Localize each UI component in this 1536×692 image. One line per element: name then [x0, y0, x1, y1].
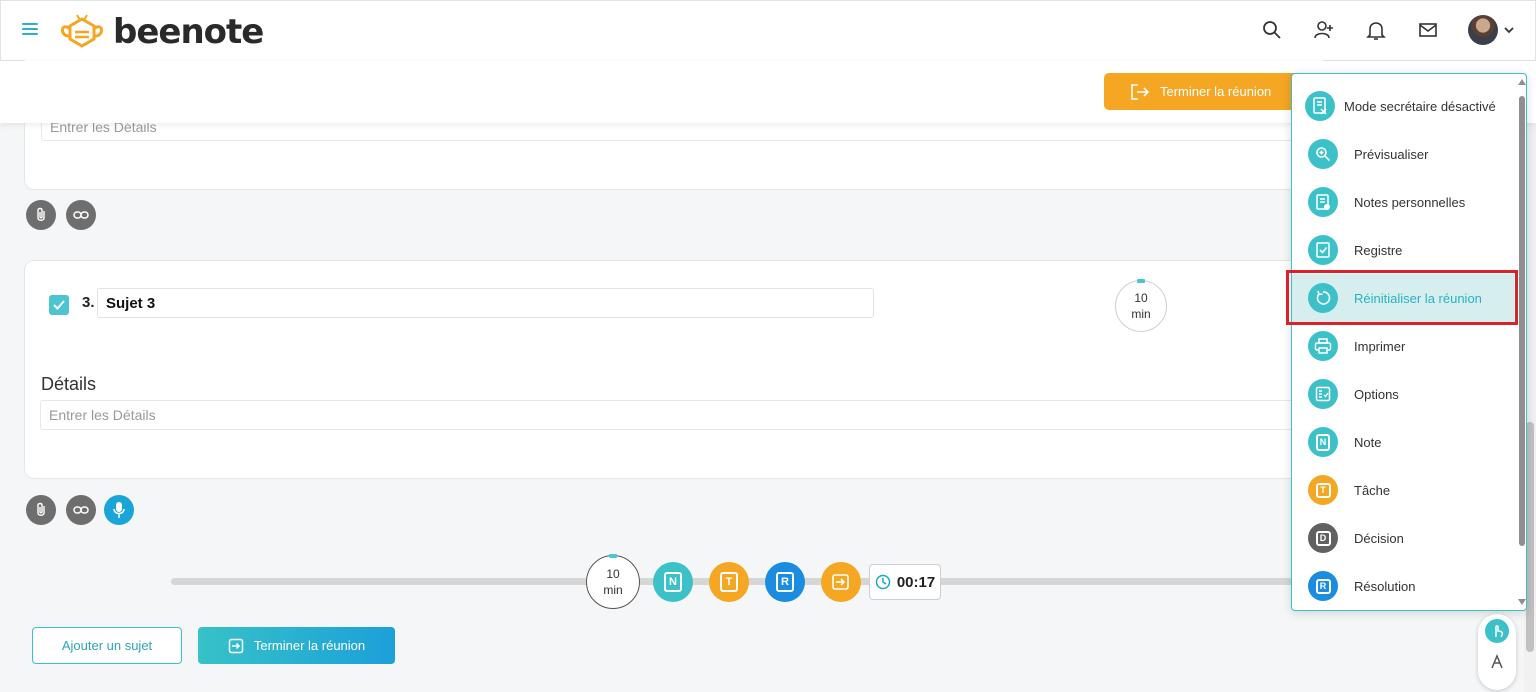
bell-icon[interactable] — [1365, 19, 1387, 41]
details-label: Détails — [41, 374, 97, 394]
menu-item-options[interactable]: Options — [1292, 370, 1514, 418]
menu-item-register[interactable]: Registre — [1292, 226, 1514, 274]
note-icon: N — [664, 572, 682, 592]
scroll-up-arrow-icon[interactable] — [1518, 79, 1526, 85]
resolution-icon: R — [1308, 571, 1338, 601]
reset-icon — [1308, 283, 1338, 313]
next-topic-button[interactable] — [821, 562, 861, 602]
mail-icon[interactable] — [1417, 19, 1439, 41]
menu-item-label: Options — [1354, 386, 1399, 402]
menu-item-label: Imprimer — [1354, 338, 1406, 354]
meeting-options-menu: Mode secrétaire désactivé Prévisualiser … — [1291, 73, 1527, 611]
microphone-button[interactable] — [104, 495, 134, 525]
menu-item-label: Prévisualiser — [1354, 146, 1429, 162]
menu-item-reset-meeting[interactable]: Réinitialiser la réunion — [1292, 274, 1514, 322]
end-meeting-button-top[interactable]: Terminer la réunion — [1104, 73, 1304, 110]
add-resolution-button[interactable]: R — [765, 562, 805, 602]
attach-button[interactable] — [26, 200, 56, 230]
brand-logo[interactable]: beenote — [57, 11, 264, 53]
details-input[interactable]: Entrer les Détails — [40, 400, 1310, 430]
menu-item-task[interactable]: T Tâche — [1292, 466, 1514, 514]
link-button[interactable] — [66, 200, 96, 230]
scroll-down-arrow-icon[interactable] — [1518, 599, 1526, 605]
menu-item-label: Notes personnelles — [1354, 194, 1466, 210]
toolbar-timer-unit: min — [603, 583, 623, 597]
end-meeting-button[interactable]: Terminer la réunion — [198, 627, 395, 664]
end-meeting-label: Terminer la réunion — [253, 638, 366, 653]
menu-item-personal-notes[interactable]: Notes personnelles — [1292, 178, 1514, 226]
scroll-thumb[interactable] — [1519, 96, 1525, 546]
add-task-button[interactable]: T — [709, 562, 749, 602]
check-icon — [53, 300, 65, 310]
search-icon[interactable] — [1261, 19, 1283, 41]
touch-icon[interactable] — [1485, 619, 1509, 643]
toolbar-timer-value: 10 — [606, 567, 620, 581]
toolbar-timer[interactable]: 10 min — [586, 554, 640, 609]
enter-icon — [228, 638, 244, 653]
bee-logo-icon — [61, 14, 103, 48]
floating-accessibility-widget — [1478, 614, 1516, 690]
note-icon: N — [1308, 427, 1338, 457]
clock-icon — [875, 574, 891, 590]
zoom-icon — [1308, 139, 1338, 169]
topic-timer[interactable]: 10 min — [1115, 279, 1167, 332]
elapsed-time: 00:17 — [869, 564, 941, 600]
exit-icon — [1131, 83, 1150, 100]
microphone-icon — [113, 502, 125, 518]
menu-item-preview[interactable]: Prévisualiser — [1292, 130, 1514, 178]
add-note-button[interactable]: N — [653, 562, 693, 602]
secretary-icon — [1305, 91, 1335, 121]
menu-item-print[interactable]: Imprimer — [1292, 322, 1514, 370]
add-user-icon[interactable] — [1313, 19, 1335, 41]
topic-timer-value: 10 — [1134, 291, 1148, 305]
add-topic-button[interactable]: Ajouter un sujet — [32, 627, 182, 664]
menu-item-note[interactable]: N Note — [1292, 418, 1514, 466]
link-button[interactable] — [66, 495, 96, 525]
menu-item-label: Registre — [1354, 242, 1403, 258]
paperclip-icon — [37, 207, 45, 221]
register-icon — [1308, 235, 1338, 265]
personal-notes-icon — [1308, 187, 1338, 217]
end-meeting-label-top: Terminer la réunion — [1160, 84, 1272, 99]
topic-number: 3. — [82, 294, 95, 311]
app-header: beenote — [0, 0, 1536, 61]
menu-scrollbar[interactable] — [1516, 74, 1526, 610]
menu-item-decision[interactable]: D Décision — [1292, 514, 1514, 562]
menu-item-label: Tâche — [1354, 482, 1391, 498]
user-avatar[interactable] — [1468, 15, 1498, 45]
options-icon — [1308, 379, 1338, 409]
menu-hamburger-icon[interactable] — [22, 23, 38, 37]
topic-timer-unit: min — [1131, 307, 1151, 321]
menu-item-label: Mode secrétaire désactivé — [1344, 98, 1496, 114]
elapsed-time-value: 00:17 — [896, 573, 936, 591]
link-icon — [73, 506, 89, 514]
menu-item-label: Résolution — [1354, 578, 1416, 594]
text-tool-icon[interactable] — [1489, 654, 1505, 670]
chevron-down-icon[interactable] — [1503, 25, 1515, 35]
enter-icon — [832, 574, 849, 590]
link-icon — [73, 211, 89, 219]
menu-item-resolution[interactable]: R Résolution — [1292, 562, 1514, 610]
attach-button[interactable] — [26, 495, 56, 525]
brand-name: beenote — [113, 12, 264, 52]
menu-item-label: Note — [1354, 434, 1382, 450]
paperclip-icon — [37, 502, 45, 516]
menu-item-label: Réinitialiser la réunion — [1354, 290, 1482, 306]
task-icon: T — [720, 572, 738, 592]
print-icon — [1308, 331, 1338, 361]
menu-item-secretary-mode[interactable]: Mode secrétaire désactivé — [1292, 82, 1514, 130]
task-icon: T — [1308, 475, 1338, 505]
decision-icon: D — [1308, 523, 1338, 553]
menu-item-label: Décision — [1354, 530, 1404, 546]
resolution-icon: R — [776, 572, 794, 592]
topic-checkbox[interactable] — [49, 295, 69, 315]
topic-title-input[interactable]: Sujet 3 — [97, 288, 874, 318]
